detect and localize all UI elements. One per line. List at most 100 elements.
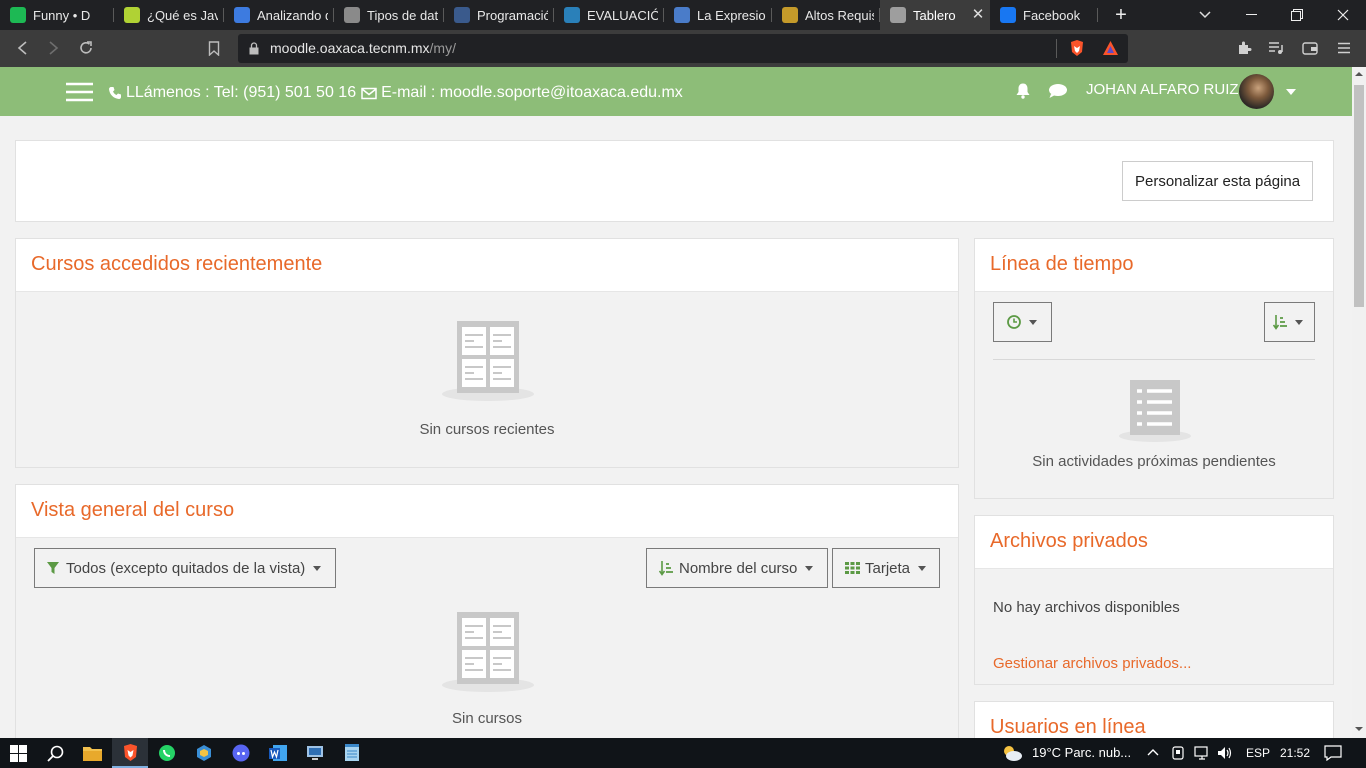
weather-icon[interactable]	[1000, 744, 1024, 762]
browser-tab[interactable]: Altos Requisit	[772, 0, 880, 30]
no-courses-illustration-icon	[440, 320, 536, 407]
recent-courses-block: Cursos accedidos recientemente Sin curso…	[15, 238, 959, 468]
sort-dropdown[interactable]: Nombre del curso	[646, 548, 828, 588]
browser-tab[interactable]: La Expresion:	[664, 0, 772, 30]
scrollbar-thumb[interactable]	[1354, 85, 1364, 307]
private-files-block: Archivos privados No hay archivos dispon…	[974, 515, 1334, 685]
caret-down-icon	[918, 565, 927, 571]
word-taskbar-button[interactable]	[268, 743, 288, 763]
tab-title: Tipos de dato	[367, 7, 438, 23]
minimize-button[interactable]	[1228, 0, 1274, 30]
clock-icon	[1007, 315, 1021, 329]
moodle-icon	[890, 7, 906, 23]
restore-button[interactable]	[1274, 0, 1320, 30]
address-bar[interactable]: moodle.oaxaca.tecnm.mx/my/	[238, 34, 1128, 63]
avatar[interactable]	[1239, 74, 1274, 109]
manage-private-files-link[interactable]: Gestionar archivos privados...	[993, 655, 1191, 672]
url-host: moodle.oaxaca.tecnm.mx	[270, 40, 430, 56]
network-icon[interactable]	[1194, 746, 1210, 760]
close-icon	[1337, 9, 1349, 21]
folder-icon	[82, 747, 102, 761]
private-files-title: Archivos privados	[990, 530, 1148, 552]
bookmark-icon	[208, 40, 220, 56]
start-button[interactable]	[8, 743, 28, 763]
nav-drawer-toggle[interactable]	[66, 82, 93, 102]
notepad-icon	[345, 744, 359, 761]
page-header-region: Personalizar esta página	[15, 140, 1334, 222]
tab-title: ¿Qué es JavaS	[147, 7, 218, 23]
monitor-icon	[307, 746, 323, 760]
grouping-filter-label: Todos (excepto quitados de la vista)	[66, 559, 306, 577]
close-tab-icon[interactable]: ✕	[970, 7, 986, 23]
reload-button[interactable]	[76, 38, 96, 58]
back-button[interactable]	[12, 38, 32, 58]
bookmark-button[interactable]	[204, 38, 224, 58]
user-menu-caret[interactable]	[1286, 89, 1296, 95]
tab-title: Tablero	[913, 7, 956, 23]
scroll-up-arrow-icon[interactable]	[1355, 71, 1363, 77]
browser-tab[interactable]: ¿Qué es JavaS	[114, 0, 224, 30]
brave-shields-icon[interactable]	[1069, 39, 1085, 57]
close-window-button[interactable]	[1320, 0, 1366, 30]
browser-tab[interactable]: Tablero ✕	[880, 0, 990, 30]
browser-tab[interactable]: Facebook	[990, 0, 1098, 30]
extensions-button[interactable]	[1234, 38, 1254, 58]
browser-tab[interactable]: Tipos de dato	[334, 0, 444, 30]
tab-title: EVALUACIÓN	[587, 7, 658, 23]
grouping-filter-dropdown[interactable]: Todos (excepto quitados de la vista)	[34, 548, 336, 588]
media-button[interactable]	[1266, 38, 1286, 58]
browser-menu-button[interactable]	[1334, 38, 1354, 58]
brave-taskbar-button[interactable]	[112, 738, 148, 768]
diamond-icon	[124, 7, 140, 23]
url-text: moodle.oaxaca.tecnm.mx/my/	[270, 40, 456, 56]
page-scrollbar[interactable]	[1352, 67, 1366, 738]
user-name[interactable]: JOHAN ALFARO RUIZ	[1086, 81, 1239, 98]
browser-tab[interactable]: Analizando di	[224, 0, 334, 30]
notifications-center-icon[interactable]	[1324, 745, 1342, 761]
omnibox-divider	[1056, 39, 1057, 58]
envelope-icon	[361, 87, 377, 99]
messages-icon[interactable]	[1048, 83, 1068, 99]
timeline-title: Línea de tiempo	[990, 253, 1134, 275]
page-icon	[454, 7, 470, 23]
scroll-down-arrow-icon[interactable]	[1355, 726, 1363, 732]
browser-tab[interactable]: Programación	[444, 0, 554, 30]
lock-icon	[249, 42, 259, 55]
app-taskbar-button[interactable]	[194, 743, 214, 763]
sort-alpha-icon	[659, 561, 673, 576]
file-explorer-taskbar-button[interactable]	[82, 743, 102, 763]
customize-page-button[interactable]: Personalizar esta página	[1122, 161, 1314, 201]
weather-text[interactable]: 19°C Parc. nub...	[1032, 745, 1131, 760]
clock-time[interactable]: 21:52	[1280, 746, 1310, 760]
language-indicator[interactable]: ESP	[1246, 746, 1270, 760]
brave-rewards-icon[interactable]	[1102, 40, 1119, 56]
timeline-sort-dropdown[interactable]	[1264, 302, 1315, 342]
timeline-day-filter-dropdown[interactable]	[993, 302, 1052, 342]
remote-desktop-taskbar-button[interactable]	[305, 743, 325, 763]
globe-icon	[344, 7, 360, 23]
tab-title: Funny • D	[33, 7, 91, 23]
forward-button[interactable]	[44, 38, 64, 58]
notifications-bell-icon[interactable]	[1015, 82, 1031, 99]
view-mode-dropdown[interactable]: Tarjeta	[832, 548, 940, 588]
device-icon[interactable]	[1171, 746, 1185, 760]
volume-icon[interactable]	[1217, 746, 1233, 760]
filter-icon	[47, 562, 59, 574]
browser-tab[interactable]: Funny • D	[0, 0, 114, 30]
browser-tab[interactable]: EVALUACIÓN	[554, 0, 664, 30]
notepad-taskbar-button[interactable]	[342, 743, 362, 763]
wallet-icon	[1302, 42, 1318, 55]
reload-icon	[80, 41, 92, 54]
minimize-icon	[1245, 14, 1257, 15]
whatsapp-taskbar-button[interactable]	[157, 743, 177, 763]
online-users-block: Usuarios en línea	[974, 701, 1334, 738]
new-tab-button[interactable]: +	[1098, 0, 1144, 30]
windows-logo-icon	[9, 744, 27, 762]
discord-taskbar-button[interactable]	[231, 743, 251, 763]
wallet-button[interactable]	[1300, 38, 1320, 58]
timeline-block: Línea de tiempo Sin actividades próximas…	[974, 238, 1334, 499]
search-button[interactable]	[45, 743, 65, 763]
wordpress-icon	[564, 7, 580, 23]
chevron-up-icon[interactable]	[1147, 748, 1159, 756]
tab-search-button[interactable]	[1182, 0, 1228, 30]
